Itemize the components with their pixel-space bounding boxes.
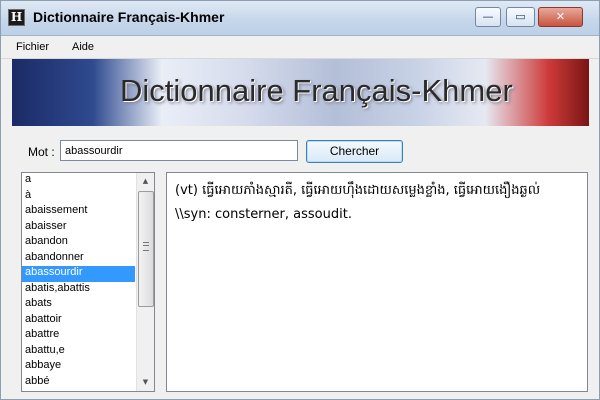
title-bar[interactable]: H Dictionnaire Français-Khmer — ▭ ✕ bbox=[1, 1, 599, 36]
word-list-item[interactable]: abats bbox=[22, 297, 154, 313]
banner-title: Dictionnaire Français-Khmer bbox=[120, 73, 513, 108]
banner: Dictionnaire Français-Khmer bbox=[12, 59, 589, 126]
close-button[interactable]: ✕ bbox=[538, 7, 583, 27]
maximize-button[interactable]: ▭ bbox=[506, 7, 535, 27]
word-list-item[interactable]: à bbox=[22, 189, 154, 205]
word-list-item[interactable]: abatis,abattis bbox=[22, 282, 154, 298]
menu-bar: Fichier Aide bbox=[1, 36, 599, 59]
word-list-item[interactable]: a bbox=[22, 173, 154, 189]
minimize-button[interactable]: — bbox=[475, 7, 501, 27]
scrollbar-thumb[interactable] bbox=[138, 191, 154, 307]
word-list-item[interactable]: abassourdir bbox=[22, 266, 135, 282]
word-list-item[interactable]: abattoir bbox=[22, 313, 154, 329]
word-list-items: a à abaissement abaisser abandon abandonner ab… bbox=[22, 173, 154, 391]
app-icon: H bbox=[8, 9, 25, 26]
word-input[interactable] bbox=[60, 140, 298, 161]
scroll-up-arrow-icon[interactable]: ▲ bbox=[137, 173, 154, 190]
word-list-item[interactable]: abbaye bbox=[22, 359, 154, 375]
menu-aide[interactable]: Aide bbox=[72, 41, 94, 53]
word-list-item[interactable]: abaissement bbox=[22, 204, 154, 220]
scrollbar-grip-icon bbox=[143, 242, 149, 251]
search-button[interactable]: Chercher bbox=[306, 140, 403, 163]
app-window: H Dictionnaire Français-Khmer — ▭ ✕ Fich… bbox=[0, 0, 600, 400]
word-list-item[interactable]: abandon bbox=[22, 235, 154, 251]
scroll-down-arrow-icon[interactable]: ▼ bbox=[137, 374, 154, 391]
word-list-item[interactable]: abbé bbox=[22, 375, 154, 391]
definition-pane[interactable]: (vt) ធ្វើអោយភាំងស្មារតី, ធ្វើអោយហ៊ឹងដោយស… bbox=[166, 172, 588, 392]
word-list-item[interactable]: abcès bbox=[22, 390, 154, 391]
word-label: Mot : bbox=[28, 145, 55, 159]
word-list[interactable]: a à abaissement abaisser abandon abandonner ab… bbox=[21, 172, 155, 392]
definition-text: (vt) ធ្វើអោយភាំងស្មារតី, ធ្វើអោយហ៊ឹងដោយស… bbox=[175, 183, 541, 222]
menu-fichier[interactable]: Fichier bbox=[16, 41, 49, 53]
word-list-scrollbar[interactable]: ▲ ▼ bbox=[136, 173, 154, 391]
word-list-item[interactable]: abandonner bbox=[22, 251, 154, 267]
window-title: Dictionnaire Français-Khmer bbox=[33, 9, 225, 25]
word-list-item[interactable]: abattre bbox=[22, 328, 154, 344]
word-list-item[interactable]: abaisser bbox=[22, 220, 154, 236]
word-list-item[interactable]: abattu,e bbox=[22, 344, 154, 360]
